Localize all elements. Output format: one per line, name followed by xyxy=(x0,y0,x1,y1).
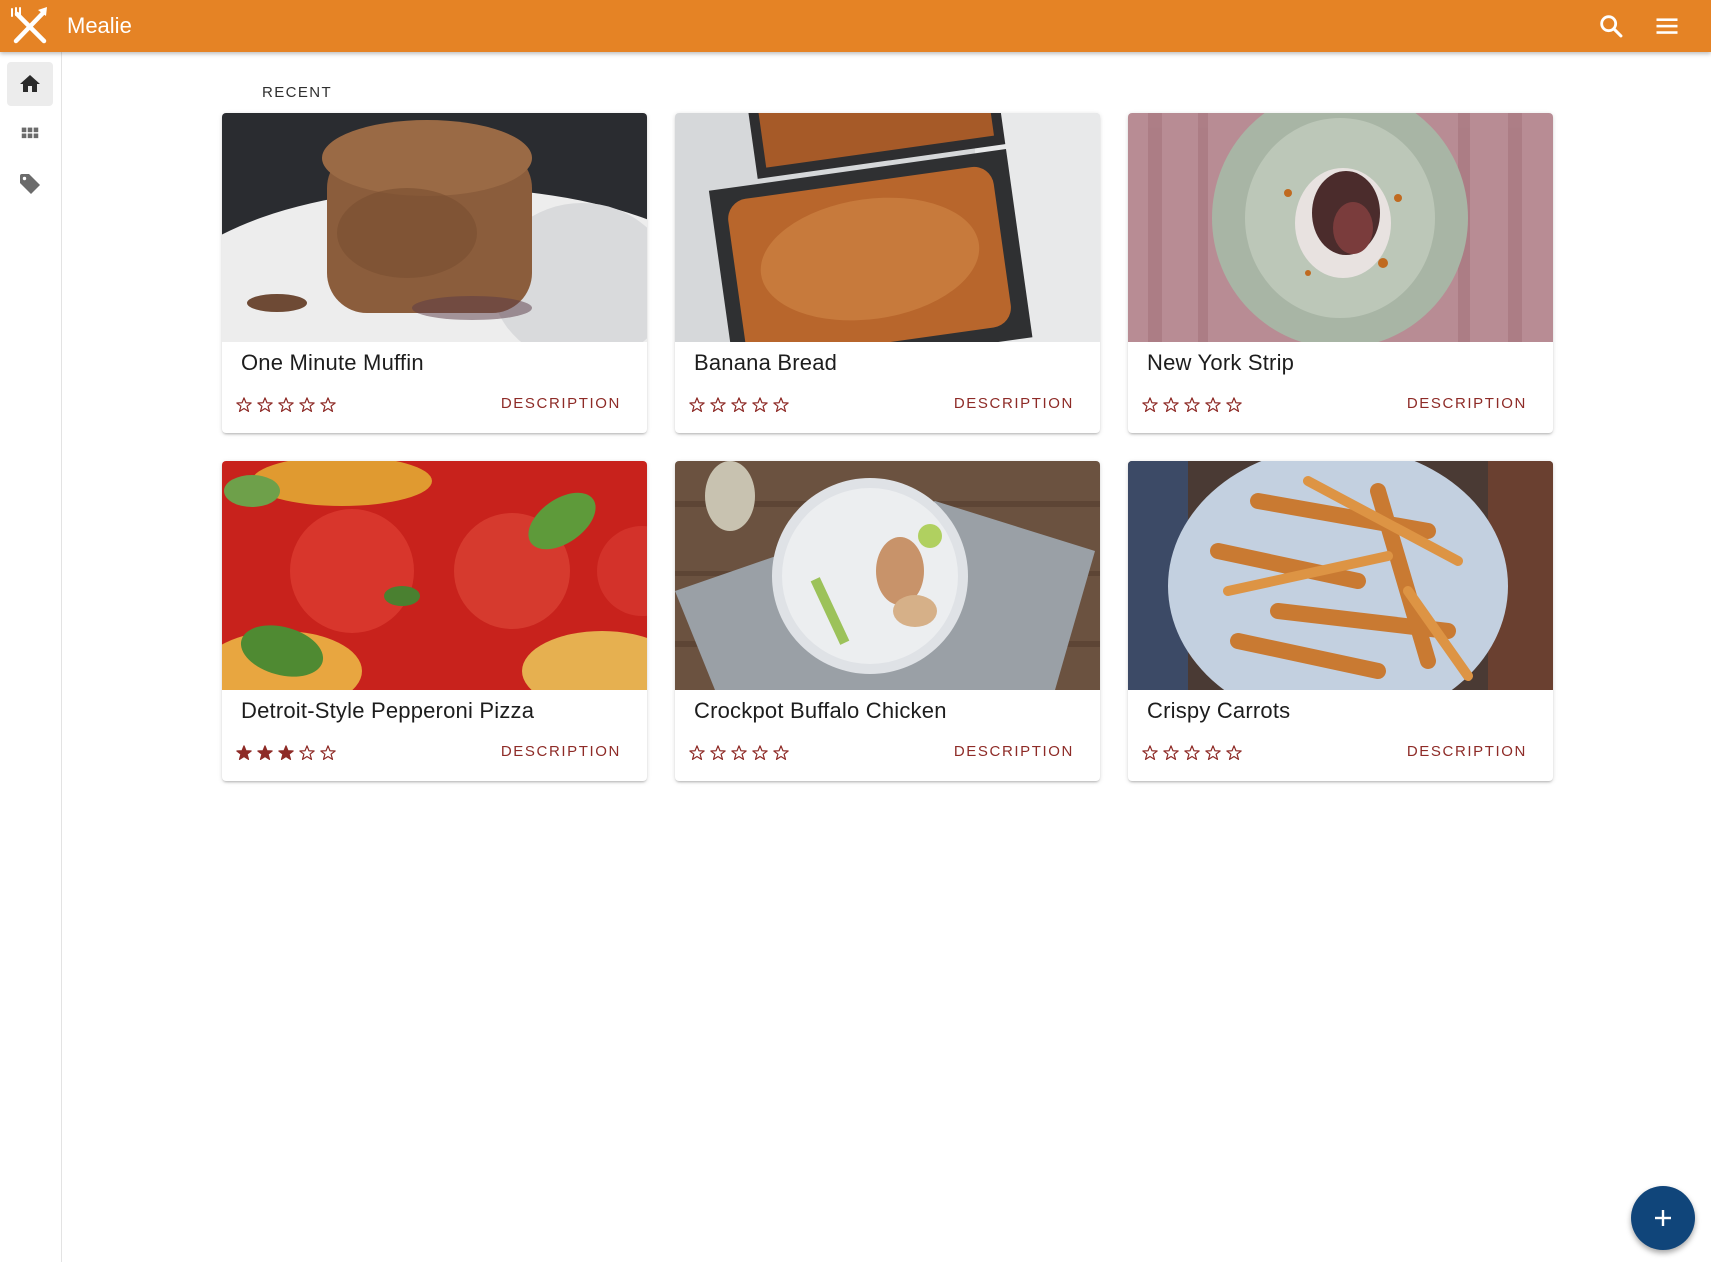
star-outline-icon[interactable] xyxy=(1183,396,1201,414)
star-outline-icon[interactable] xyxy=(235,396,253,414)
star-outline-icon[interactable] xyxy=(730,396,748,414)
star-outline-icon[interactable] xyxy=(772,396,790,414)
star-outline-icon[interactable] xyxy=(1204,744,1222,762)
recipe-title[interactable]: New York Strip xyxy=(1147,350,1294,376)
star-filled-icon[interactable] xyxy=(235,744,253,762)
rating-stars[interactable] xyxy=(688,396,790,414)
rating-stars[interactable] xyxy=(235,396,337,414)
recipe-image[interactable] xyxy=(1128,113,1553,342)
recipe-title[interactable]: Banana Bread xyxy=(694,350,837,376)
app-title[interactable]: Mealie xyxy=(67,12,132,40)
sidebar xyxy=(0,52,62,1262)
recipe-card[interactable]: New York Strip DESCRIPTION xyxy=(1128,113,1553,433)
grid-icon xyxy=(21,127,39,139)
star-outline-icon[interactable] xyxy=(709,744,727,762)
star-outline-icon[interactable] xyxy=(1162,744,1180,762)
menu-icon[interactable] xyxy=(1653,12,1681,40)
star-outline-icon[interactable] xyxy=(688,396,706,414)
description-button[interactable]: DESCRIPTION xyxy=(501,743,621,760)
rating-stars[interactable] xyxy=(1141,744,1243,762)
star-filled-icon[interactable] xyxy=(277,744,295,762)
star-outline-icon[interactable] xyxy=(277,396,295,414)
star-outline-icon[interactable] xyxy=(1141,396,1159,414)
recipe-image[interactable] xyxy=(222,461,647,690)
star-outline-icon[interactable] xyxy=(319,396,337,414)
rating-stars[interactable] xyxy=(688,744,790,762)
recipe-image[interactable] xyxy=(222,113,647,342)
rating-stars[interactable] xyxy=(235,744,337,762)
description-button[interactable]: DESCRIPTION xyxy=(954,395,1074,412)
star-outline-icon[interactable] xyxy=(298,744,316,762)
star-outline-icon[interactable] xyxy=(1225,744,1243,762)
plus-icon xyxy=(1655,1210,1671,1226)
star-outline-icon[interactable] xyxy=(1225,396,1243,414)
recipe-card[interactable]: Detroit-Style Pepperoni Pizza DESCRIPTIO… xyxy=(222,461,647,781)
description-button[interactable]: DESCRIPTION xyxy=(1407,395,1527,412)
star-outline-icon[interactable] xyxy=(751,396,769,414)
recipe-card[interactable]: One Minute Muffin DESCRIPTION xyxy=(222,113,647,433)
app-bar: Mealie xyxy=(0,0,1711,52)
star-outline-icon[interactable] xyxy=(730,744,748,762)
description-button[interactable]: DESCRIPTION xyxy=(501,395,621,412)
star-outline-icon[interactable] xyxy=(1141,744,1159,762)
recipe-image[interactable] xyxy=(1128,461,1553,690)
recipe-image[interactable] xyxy=(675,461,1100,690)
star-outline-icon[interactable] xyxy=(751,744,769,762)
description-button[interactable]: DESCRIPTION xyxy=(1407,743,1527,760)
sidebar-item-categories[interactable] xyxy=(7,162,53,206)
search-icon[interactable] xyxy=(1597,12,1625,40)
recipe-image[interactable] xyxy=(675,113,1100,342)
recipe-title[interactable]: Crockpot Buffalo Chicken xyxy=(694,698,947,724)
star-outline-icon[interactable] xyxy=(1204,396,1222,414)
home-icon xyxy=(20,75,40,92)
tag-icon xyxy=(20,174,40,194)
recipe-card[interactable]: Crockpot Buffalo Chicken DESCRIPTION xyxy=(675,461,1100,781)
star-outline-icon[interactable] xyxy=(319,744,337,762)
recipe-title[interactable]: One Minute Muffin xyxy=(241,350,424,376)
sidebar-item-all-recipes[interactable] xyxy=(7,112,53,156)
star-outline-icon[interactable] xyxy=(772,744,790,762)
star-outline-icon[interactable] xyxy=(298,396,316,414)
sidebar-item-home[interactable] xyxy=(7,62,53,106)
star-outline-icon[interactable] xyxy=(1183,744,1201,762)
recipe-title[interactable]: Detroit-Style Pepperoni Pizza xyxy=(241,698,534,724)
add-recipe-button[interactable] xyxy=(1631,1186,1695,1250)
recipe-title[interactable]: Crispy Carrots xyxy=(1147,698,1290,724)
star-outline-icon[interactable] xyxy=(256,396,274,414)
star-outline-icon[interactable] xyxy=(1162,396,1180,414)
fork-knife-logo-icon[interactable] xyxy=(10,7,50,45)
section-title-recent: RECENT xyxy=(262,84,333,101)
star-outline-icon[interactable] xyxy=(709,396,727,414)
description-button[interactable]: DESCRIPTION xyxy=(954,743,1074,760)
star-filled-icon[interactable] xyxy=(256,744,274,762)
rating-stars[interactable] xyxy=(1141,396,1243,414)
recipe-card[interactable]: Crispy Carrots DESCRIPTION xyxy=(1128,461,1553,781)
star-outline-icon[interactable] xyxy=(688,744,706,762)
recipe-card[interactable]: Banana Bread DESCRIPTION xyxy=(675,113,1100,433)
